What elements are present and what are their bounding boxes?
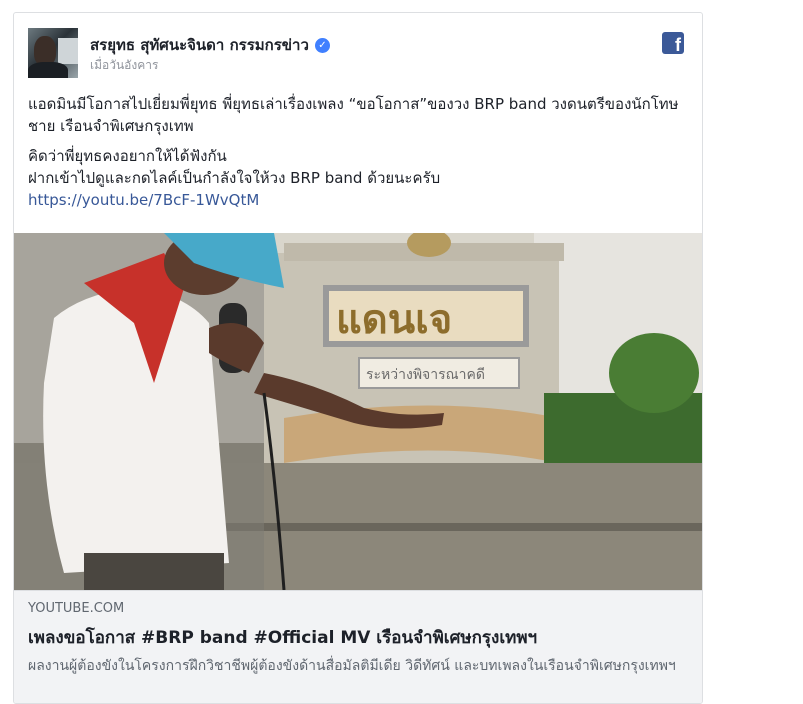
link-title[interactable]: เพลงขอโอกาส #BRP band #Official MV เรือน…	[28, 624, 537, 651]
sign-subtext: ระหว่างพิจารณาคดี	[366, 367, 485, 383]
link-description: ผลงานผู้ต้องขังในโครงการฝึกวิชาชีพผู้ต้อ…	[28, 658, 676, 674]
video-frame-illustration: แดนเจ ระหว่างพิจารณาคดี	[14, 233, 702, 590]
facebook-logo-icon[interactable]: f	[662, 32, 684, 55]
post-timestamp[interactable]: เมื่อวันอังคาร	[90, 56, 158, 75]
post-text: แอดมินมีโอกาสไปเยี่ยมพี่ยุทธ พี่ยุทธเล่า…	[14, 83, 702, 211]
sign-text: แดนเจ	[336, 297, 452, 343]
author-row: สรยุทธ สุทัศนะจินดา กรรมกรข่าว ✓	[90, 33, 330, 57]
verified-check-icon: ✓	[314, 37, 330, 53]
post-link[interactable]: https://youtu.be/7BcF-1WvQtM	[28, 189, 688, 211]
video-thumbnail[interactable]: แดนเจ ระหว่างพิจารณาคดี	[14, 233, 702, 590]
author-name[interactable]: สรยุทธ สุทัศนะจินดา กรรมกรข่าว	[90, 33, 309, 57]
post-header: สรยุทธ สุทัศนะจินดา กรรมกรข่าว ✓ เมื่อวั…	[14, 13, 702, 83]
author-avatar[interactable]	[28, 28, 78, 78]
post-paragraph-2: คิดว่าพี่ยุทธคงอยากให้ได้ฟังกัน ฝากเข้าไ…	[28, 147, 441, 187]
facebook-post-card: สรยุทธ สุทัศนะจินดา กรรมกรข่าว ✓ เมื่อวั…	[13, 12, 703, 704]
post-paragraph-1: แอดมินมีโอกาสไปเยี่ยมพี่ยุทธ พี่ยุทธเล่า…	[28, 95, 679, 135]
link-domain: YOUTUBE.COM	[28, 601, 125, 616]
